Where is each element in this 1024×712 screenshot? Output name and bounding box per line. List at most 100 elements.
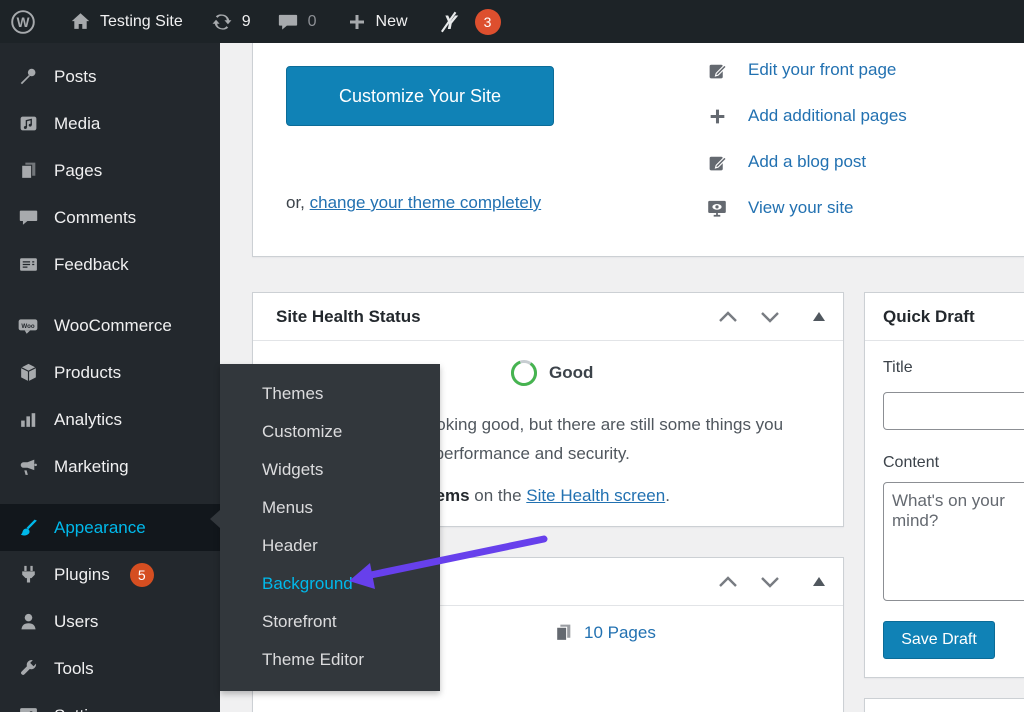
- admin-sidebar: Posts Media Pages Comments Feedback Woo …: [0, 43, 220, 712]
- submenu-label: Header: [262, 536, 318, 556]
- submenu-item-widgets[interactable]: Widgets: [220, 451, 440, 489]
- sidebar-item-marketing[interactable]: Marketing: [0, 443, 220, 490]
- shortcut-label[interactable]: Add additional pages: [748, 106, 907, 126]
- shortcut-label[interactable]: Edit your front page: [748, 60, 896, 80]
- submenu-item-header[interactable]: Header: [220, 527, 440, 565]
- submenu-label: Customize: [262, 422, 342, 442]
- sidebar-item-pages[interactable]: Pages: [0, 147, 220, 194]
- appearance-flyout-menu: Themes Customize Widgets Menus Header Ba…: [220, 364, 440, 691]
- submenu-label: Widgets: [262, 460, 323, 480]
- move-down-icon[interactable]: [757, 572, 783, 592]
- submenu-item-menus[interactable]: Menus: [220, 489, 440, 527]
- yoast-seo-menu[interactable]: Y 3: [426, 0, 511, 43]
- quick-draft-title-input[interactable]: [883, 392, 1024, 430]
- sidebar-item-label: Pages: [54, 161, 102, 181]
- sidebar-item-appearance[interactable]: Appearance: [0, 504, 220, 551]
- collapse-toggle-icon[interactable]: [799, 310, 827, 323]
- site-health-header: Site Health Status: [253, 293, 843, 341]
- updates-menu[interactable]: 9: [201, 0, 261, 43]
- sidebar-item-label: Plugins: [54, 565, 110, 585]
- new-label: New: [376, 13, 408, 31]
- sidebar-item-label: Appearance: [54, 518, 146, 538]
- shortcut-edit-front-page[interactable]: Edit your front page: [706, 55, 907, 85]
- sidebar-item-products[interactable]: Products: [0, 349, 220, 396]
- sidebar-item-settings[interactable]: Settings: [0, 692, 220, 712]
- health-ring-icon: [510, 359, 538, 387]
- move-down-icon[interactable]: [757, 307, 783, 327]
- site-name-label: Testing Site: [100, 13, 183, 31]
- widget-controls: [715, 307, 827, 327]
- submenu-item-background[interactable]: Background: [220, 565, 440, 603]
- sidebar-item-analytics[interactable]: Analytics: [0, 396, 220, 443]
- sidebar-item-posts[interactable]: Posts: [0, 53, 220, 100]
- plus-icon: [706, 107, 728, 126]
- package-icon: [16, 362, 40, 383]
- cta-mid: on the: [470, 486, 527, 505]
- media-icon: [16, 113, 40, 134]
- pages-count-row[interactable]: 10 Pages: [553, 622, 656, 643]
- site-health-title: Site Health Status: [276, 307, 421, 327]
- welcome-shortcuts: Edit your front page Add additional page…: [706, 55, 907, 223]
- megaphone-icon: [16, 456, 40, 477]
- submenu-item-customize[interactable]: Customize: [220, 413, 440, 451]
- sidebar-item-media[interactable]: Media: [0, 100, 220, 147]
- quick-draft-title: Quick Draft: [883, 307, 975, 327]
- submenu-label: Background: [262, 574, 353, 594]
- customize-your-site-button[interactable]: Customize Your Site: [286, 66, 554, 126]
- welcome-panel: Customize Your Site or, change your them…: [252, 43, 1024, 257]
- new-content-menu[interactable]: New: [337, 0, 418, 43]
- save-draft-button[interactable]: Save Draft: [883, 621, 995, 659]
- shortcut-add-pages[interactable]: Add additional pages: [706, 101, 907, 131]
- collapse-toggle-icon[interactable]: [799, 575, 827, 588]
- site-health-screen-link[interactable]: Site Health screen: [526, 486, 665, 505]
- quick-draft-header: Quick Draft: [865, 293, 1024, 341]
- shortcut-label[interactable]: Add a blog post: [748, 152, 866, 172]
- submenu-item-theme-editor[interactable]: Theme Editor: [220, 641, 440, 679]
- wrench-icon: [16, 658, 40, 679]
- move-up-icon[interactable]: [715, 572, 741, 592]
- sidebar-item-plugins[interactable]: Plugins 5: [0, 551, 220, 598]
- pages-icon: [16, 160, 40, 181]
- move-up-icon[interactable]: [715, 307, 741, 327]
- sidebar-item-label: Products: [54, 363, 121, 383]
- quick-draft-content-textarea[interactable]: [883, 482, 1024, 601]
- sidebar-item-users[interactable]: Users: [0, 598, 220, 645]
- or-text: or,: [286, 193, 310, 212]
- woocommerce-icon: Woo: [16, 315, 40, 337]
- title-field-label: Title: [883, 359, 913, 377]
- user-icon: [16, 611, 40, 632]
- comment-icon: [16, 207, 40, 228]
- shortcut-view-site[interactable]: View your site: [706, 193, 907, 223]
- submenu-item-storefront[interactable]: Storefront: [220, 603, 440, 641]
- yoast-icon: Y: [436, 9, 462, 35]
- sidebar-item-label: Feedback: [54, 255, 129, 275]
- sidebar-item-label: Media: [54, 114, 100, 134]
- comments-menu[interactable]: 0: [267, 0, 327, 43]
- sidebar-item-label: Posts: [54, 67, 97, 87]
- wordpress-dashboard: W Testing Site 9 0 New: [0, 0, 1024, 712]
- write-icon: [706, 60, 728, 81]
- sidebar-item-comments[interactable]: Comments: [0, 194, 220, 241]
- pages-icon: [553, 622, 574, 643]
- sidebar-item-label: Analytics: [54, 410, 122, 430]
- sidebar-item-label: Comments: [54, 208, 136, 228]
- sliders-icon: [16, 705, 40, 712]
- sidebar-item-woocommerce[interactable]: Woo WooCommerce: [0, 302, 220, 349]
- comments-count: 0: [308, 13, 317, 31]
- sidebar-separator: [0, 490, 220, 504]
- home-icon: [70, 11, 91, 32]
- plugins-update-badge: 5: [130, 563, 154, 587]
- pages-count-link[interactable]: 10 Pages: [584, 623, 656, 643]
- cta-suffix: .: [665, 486, 670, 505]
- change-theme-line: or, change your theme completely: [286, 193, 541, 213]
- shortcut-add-blog-post[interactable]: Add a blog post: [706, 147, 907, 177]
- submenu-item-themes[interactable]: Themes: [220, 375, 440, 413]
- wordpress-logo-icon: W: [10, 9, 36, 35]
- wordpress-logo-menu[interactable]: W: [0, 0, 46, 43]
- change-theme-link[interactable]: change your theme completely: [310, 193, 542, 212]
- site-name-menu[interactable]: Testing Site: [60, 0, 193, 43]
- sidebar-item-feedback[interactable]: Feedback: [0, 241, 220, 288]
- updates-count: 9: [242, 13, 251, 31]
- shortcut-label[interactable]: View your site: [748, 198, 854, 218]
- sidebar-item-tools[interactable]: Tools: [0, 645, 220, 692]
